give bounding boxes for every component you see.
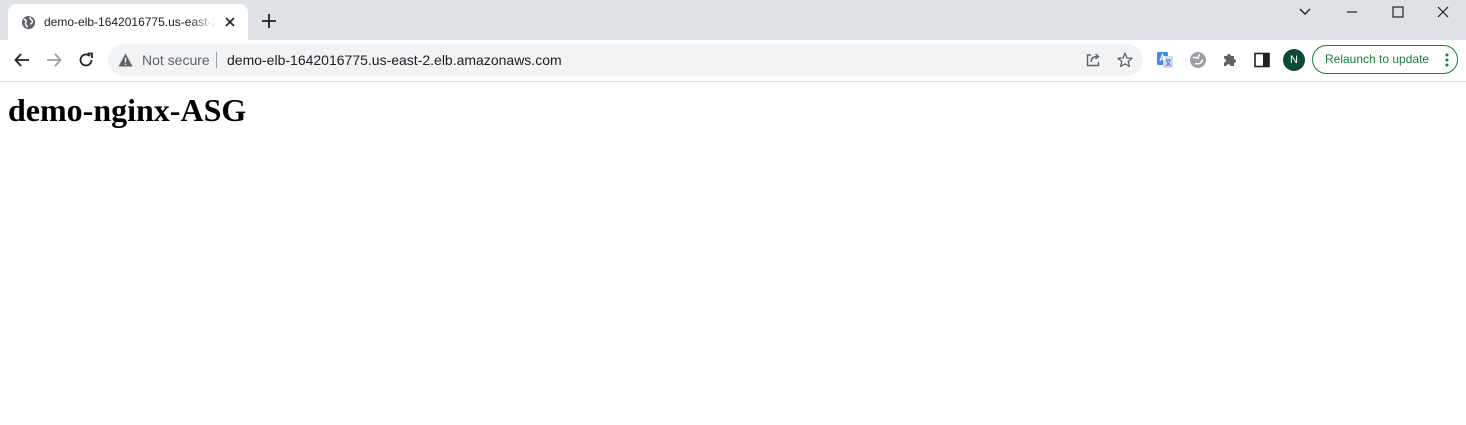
- bookmark-star-icon[interactable]: [1117, 52, 1133, 68]
- profile-avatar[interactable]: N: [1283, 49, 1305, 71]
- more-menu-icon[interactable]: [1445, 52, 1449, 68]
- new-tab-icon[interactable]: [260, 12, 278, 30]
- omnibox-divider: [216, 52, 217, 68]
- share-icon[interactable]: [1085, 52, 1101, 68]
- forward-button[interactable]: [44, 50, 64, 70]
- relaunch-to-update-button[interactable]: Relaunch to update: [1312, 45, 1458, 74]
- page-heading: demo-nginx-ASG: [8, 92, 247, 128]
- close-window-button[interactable]: [1420, 0, 1466, 24]
- security-status-label[interactable]: Not secure: [142, 52, 210, 68]
- translate-icon: [1157, 52, 1173, 68]
- back-button[interactable]: [12, 50, 32, 70]
- minimize-button[interactable]: [1329, 0, 1375, 24]
- page-content: demo-nginx-ASG: [0, 82, 1466, 425]
- address-bar[interactable]: Not secure demo-elb-1642016775.us-east-2…: [108, 44, 1143, 76]
- tab-close-icon[interactable]: [222, 14, 238, 30]
- browser-tab[interactable]: demo-elb-1642016775.us-east-2.elb.amazon…: [8, 4, 248, 40]
- reload-icon: [79, 52, 93, 67]
- close-icon: [1437, 6, 1449, 18]
- maximize-icon: [1392, 6, 1404, 18]
- forward-arrow-icon: [47, 53, 62, 67]
- extension-button[interactable]: [1188, 50, 1208, 70]
- tab-title: demo-elb-1642016775.us-east-2.elb.amazon…: [44, 15, 216, 29]
- chevron-down-icon: [1299, 8, 1311, 15]
- translate-extension-button[interactable]: [1155, 50, 1175, 70]
- url-text[interactable]: demo-elb-1642016775.us-east-2.elb.amazon…: [227, 52, 562, 68]
- tab-search-button[interactable]: [1282, 0, 1328, 24]
- extension-icon: [1190, 52, 1206, 68]
- tab-strip: demo-elb-1642016775.us-east-2.elb.amazon…: [0, 0, 1466, 40]
- warning-icon[interactable]: [118, 53, 133, 67]
- back-arrow-icon: [14, 53, 29, 67]
- minimize-icon: [1347, 11, 1357, 13]
- globe-icon: [21, 15, 36, 30]
- maximize-button[interactable]: [1375, 0, 1421, 24]
- extensions-menu-button[interactable]: [1220, 50, 1240, 70]
- side-panel-icon: [1254, 52, 1270, 68]
- browser-toolbar: Not secure demo-elb-1642016775.us-east-2…: [0, 40, 1466, 82]
- side-panel-button[interactable]: [1252, 50, 1272, 70]
- relaunch-label: Relaunch to update: [1325, 52, 1430, 66]
- reload-button[interactable]: [76, 50, 96, 70]
- puzzle-icon: [1224, 54, 1236, 66]
